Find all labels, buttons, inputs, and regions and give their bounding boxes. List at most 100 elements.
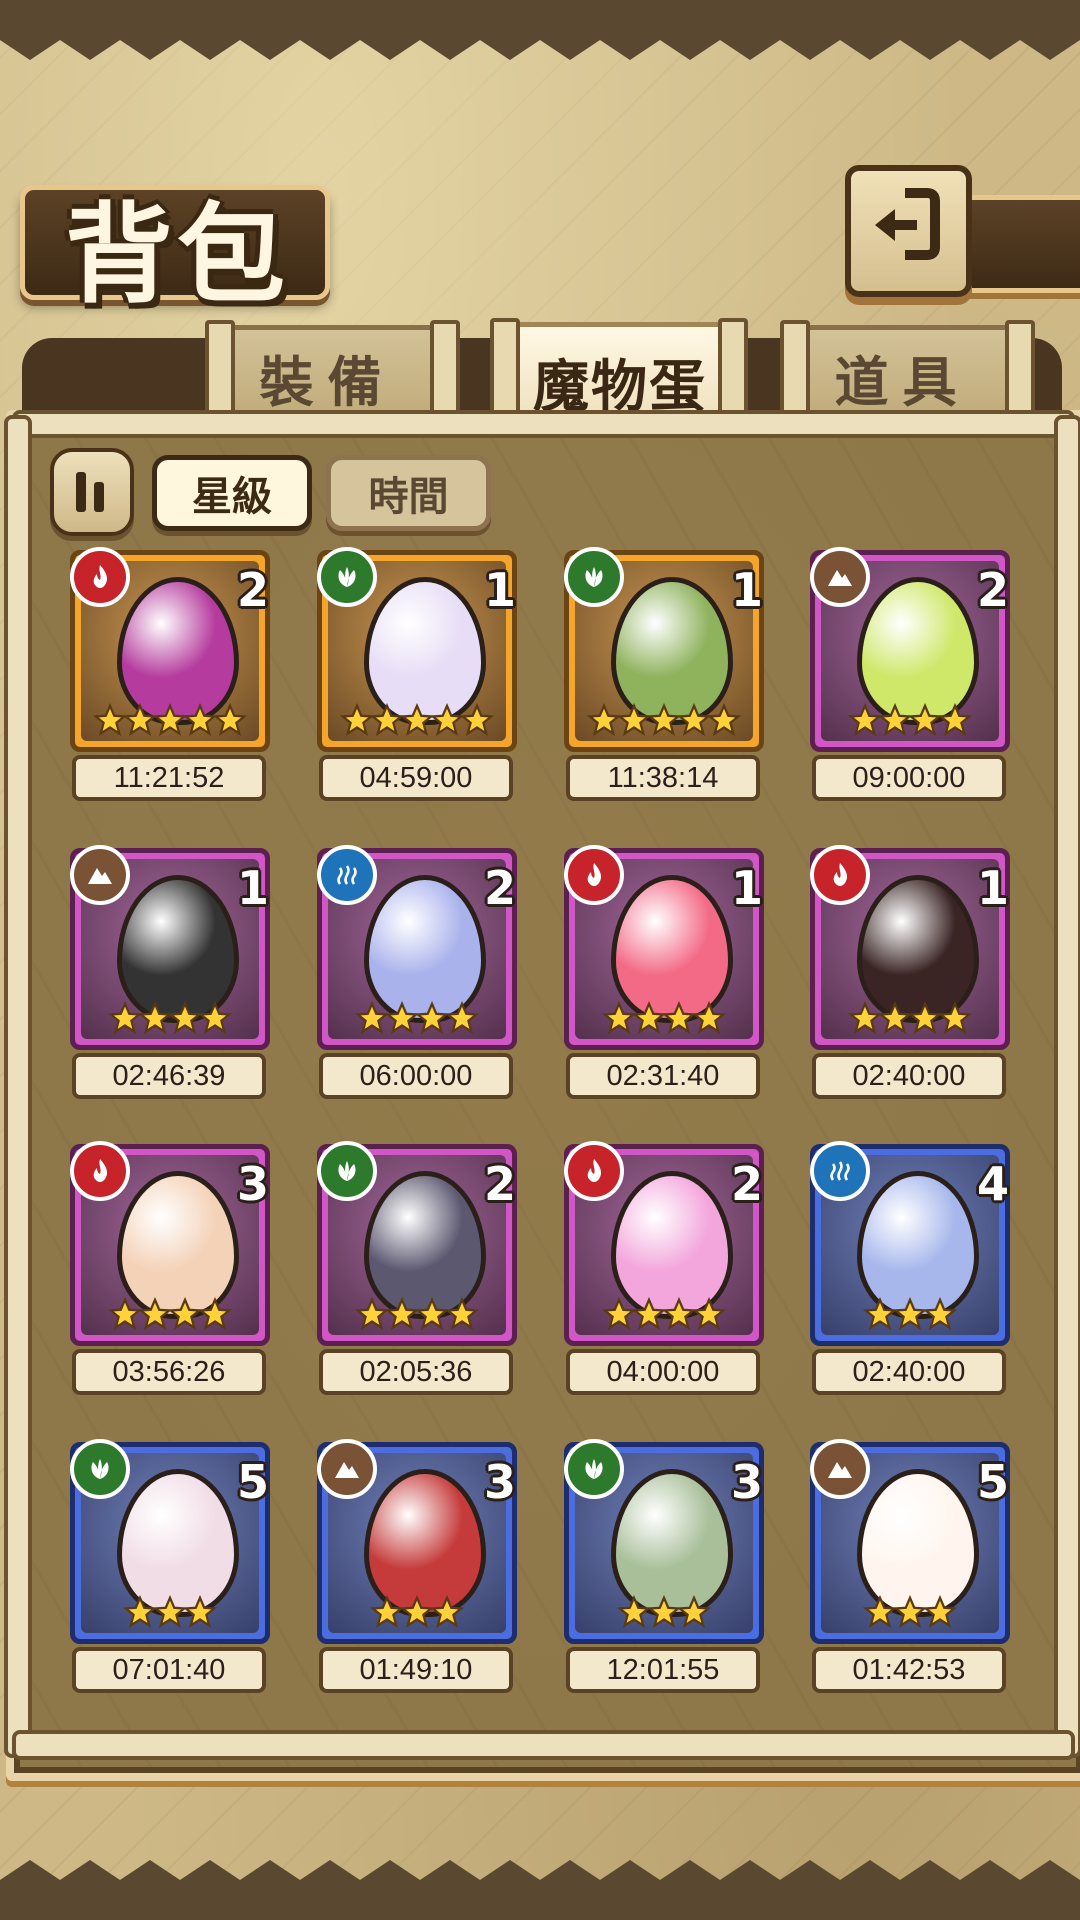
panel-rail-top xyxy=(12,410,1075,438)
egg-card: 2 xyxy=(810,547,1010,752)
star-rating xyxy=(75,1297,265,1331)
sort-order-button[interactable] xyxy=(50,448,134,536)
panel-rail-bottom xyxy=(12,1730,1075,1760)
egg-count: 1 xyxy=(483,563,516,617)
star-icon xyxy=(340,703,374,737)
egg-slot[interactable]: 5 01:42:53 xyxy=(798,1439,1028,1693)
hatch-timer: 12:01:55 xyxy=(566,1647,760,1693)
star-icon xyxy=(168,1001,202,1035)
element-wood-icon xyxy=(564,547,624,607)
star-icon xyxy=(662,1297,696,1331)
egg-slot[interactable]: 1 02:40:00 xyxy=(798,845,1028,1099)
egg-count: 4 xyxy=(976,1157,1009,1211)
star-rating xyxy=(815,1297,1005,1331)
egg-slot[interactable]: 3 12:01:55 xyxy=(552,1439,782,1693)
element-fire-icon xyxy=(70,547,130,607)
star-icon xyxy=(662,1001,696,1035)
tab-post xyxy=(430,320,460,420)
sort-by-time-button[interactable]: 時間 xyxy=(326,455,491,531)
element-wood-icon xyxy=(564,1439,624,1499)
star-icon xyxy=(632,1001,666,1035)
star-icon xyxy=(355,1297,389,1331)
bottom-torn-edge xyxy=(0,1860,1080,1920)
egg-card: 2 xyxy=(70,547,270,752)
egg-card: 5 xyxy=(70,1439,270,1644)
star-icon xyxy=(415,1297,449,1331)
egg-slot[interactable]: 3 03:56:26 xyxy=(58,1141,288,1395)
egg-slot[interactable]: 1 02:31:40 xyxy=(552,845,782,1099)
star-icon xyxy=(617,1595,651,1629)
back-strip xyxy=(960,195,1080,293)
star-icon xyxy=(863,1595,897,1629)
tab-post xyxy=(780,320,810,420)
egg-card: 1 xyxy=(317,547,517,752)
egg-slot[interactable]: 2 11:21:52 xyxy=(58,547,288,801)
egg-count: 3 xyxy=(483,1455,516,1509)
egg-count: 1 xyxy=(730,563,763,617)
element-wood-icon xyxy=(70,1439,130,1499)
star-icon xyxy=(632,1297,666,1331)
star-rating xyxy=(322,1297,512,1331)
star-icon xyxy=(460,703,494,737)
star-rating xyxy=(322,1595,512,1629)
page-title: 背包 xyxy=(65,193,290,318)
egg-card: 2 xyxy=(564,1141,764,1346)
hatch-timer: 02:40:00 xyxy=(812,1349,1006,1395)
star-rating xyxy=(75,703,265,737)
egg-slot[interactable]: 2 06:00:00 xyxy=(305,845,535,1099)
egg-slot[interactable]: 2 02:05:36 xyxy=(305,1141,535,1395)
egg-count: 5 xyxy=(236,1455,269,1509)
star-rating xyxy=(569,1001,759,1035)
star-icon xyxy=(445,1001,479,1035)
egg-slot[interactable]: 1 02:46:39 xyxy=(58,845,288,1099)
star-icon xyxy=(198,1001,232,1035)
back-button[interactable] xyxy=(845,165,972,297)
hatch-timer: 01:42:53 xyxy=(812,1647,1006,1693)
hatch-timer: 11:21:52 xyxy=(72,755,266,801)
star-icon xyxy=(108,1001,142,1035)
egg-slot[interactable]: 1 11:38:14 xyxy=(552,547,782,801)
tab-post xyxy=(1005,320,1035,420)
egg-slot[interactable]: 4 02:40:00 xyxy=(798,1141,1028,1395)
star-rating xyxy=(75,1001,265,1035)
star-icon xyxy=(938,1001,972,1035)
star-icon xyxy=(908,703,942,737)
element-wood-icon xyxy=(317,1141,377,1201)
star-icon xyxy=(602,1297,636,1331)
star-icon xyxy=(355,1001,389,1035)
star-icon xyxy=(153,1595,187,1629)
panel-rail-left xyxy=(4,415,32,1758)
hatch-timer: 04:00:00 xyxy=(566,1349,760,1395)
star-icon xyxy=(878,703,912,737)
egg-count: 2 xyxy=(483,861,516,915)
page-title-plate: 背包 xyxy=(20,185,330,318)
egg-slot[interactable]: 3 01:49:10 xyxy=(305,1439,535,1693)
egg-count: 2 xyxy=(483,1157,516,1211)
star-icon xyxy=(400,703,434,737)
egg-slot[interactable]: 5 07:01:40 xyxy=(58,1439,288,1693)
star-icon xyxy=(677,703,711,737)
star-rating xyxy=(815,1595,1005,1629)
egg-count: 1 xyxy=(236,861,269,915)
egg-card: 2 xyxy=(317,1141,517,1346)
sort-by-stars-button[interactable]: 星級 xyxy=(152,455,312,531)
hatch-timer: 02:46:39 xyxy=(72,1053,266,1099)
hatch-timer: 02:31:40 xyxy=(566,1053,760,1099)
hatch-timer: 02:40:00 xyxy=(812,1053,1006,1099)
star-icon xyxy=(848,703,882,737)
egg-card: 2 xyxy=(317,845,517,1050)
sort-by-stars-label: 星級 xyxy=(192,474,272,520)
star-icon xyxy=(863,1297,897,1331)
egg-slot[interactable]: 2 09:00:00 xyxy=(798,547,1028,801)
egg-slot[interactable]: 1 04:59:00 xyxy=(305,547,535,801)
star-icon xyxy=(123,1595,157,1629)
egg-card: 1 xyxy=(70,845,270,1050)
sort-by-time-label: 時間 xyxy=(368,474,449,520)
star-icon xyxy=(923,1595,957,1629)
star-icon xyxy=(93,703,127,737)
egg-slot[interactable]: 2 04:00:00 xyxy=(552,1141,782,1395)
star-icon xyxy=(445,1297,479,1331)
star-icon xyxy=(385,1297,419,1331)
star-icon xyxy=(677,1595,711,1629)
star-rating xyxy=(569,1595,759,1629)
